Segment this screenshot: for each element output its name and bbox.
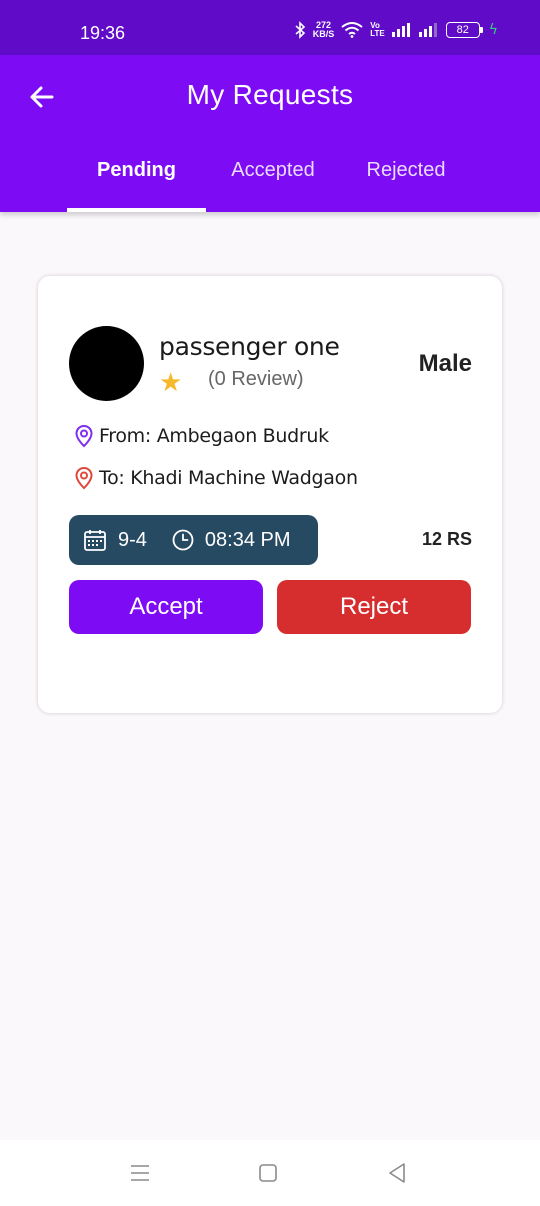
tab-pending[interactable]: Pending [67,159,206,182]
accept-button[interactable]: Accept [69,580,263,634]
wifi-icon [341,22,363,38]
battery-indicator: 82 [445,22,483,38]
review-count: (0 Review) [208,368,304,390]
network-speed-unit: KB/S [312,29,335,39]
tab-accepted[interactable]: Accepted [212,159,334,182]
signal-icon [391,23,410,37]
from-location: From: Ambegaon Budruk [74,424,329,448]
network-speed: 272 KB/S [313,21,335,39]
signal-icon-2 [418,23,437,37]
volte-indicator: Vo LTE [370,22,385,38]
ride-time: 08:34 PM [204,528,291,551]
system-nav-bar [0,1140,540,1206]
menu-icon[interactable] [127,1160,153,1186]
page-title: My Requests [186,79,354,110]
star-icon: ★ [159,368,183,398]
date-time-badge: 9-4 08:34 PM [69,515,318,565]
home-icon[interactable] [255,1160,281,1186]
charging-icon: ϟ [488,22,498,38]
to-location: To: Khadi Machine Wadgaon [74,466,358,490]
passenger-name: passenger one [159,332,340,361]
location-pin-icon [75,424,93,448]
tab-indicator [67,208,206,212]
from-label: From: Ambegaon Budruk [99,425,329,447]
clock-icon [172,529,194,551]
reject-button[interactable]: Reject [277,580,471,634]
ride-date: 9-4 [118,528,147,551]
to-label: To: Khadi Machine Wadgaon [99,467,358,489]
volte-bottom: LTE [370,29,385,38]
location-pin-icon [75,466,93,490]
calendar-icon [84,530,106,551]
bluetooth-icon [295,21,305,39]
status-time: 19:36 [80,23,126,43]
avatar [69,326,144,401]
tab-rejected[interactable]: Rejected [348,159,464,182]
status-bar: 19:36 272 KB/S Vo LTE 82 ϟ [0,0,540,55]
app-bar: My Requests Pending Accepted Rejected [0,55,540,212]
price-label: 12 RS [421,529,472,549]
back-icon[interactable] [384,1160,410,1186]
gender-label: Male [418,350,472,377]
request-card: passenger one ★ (0 Review) Male From: Am… [38,276,502,713]
status-icons: 272 KB/S Vo LTE 82 ϟ [294,21,498,39]
